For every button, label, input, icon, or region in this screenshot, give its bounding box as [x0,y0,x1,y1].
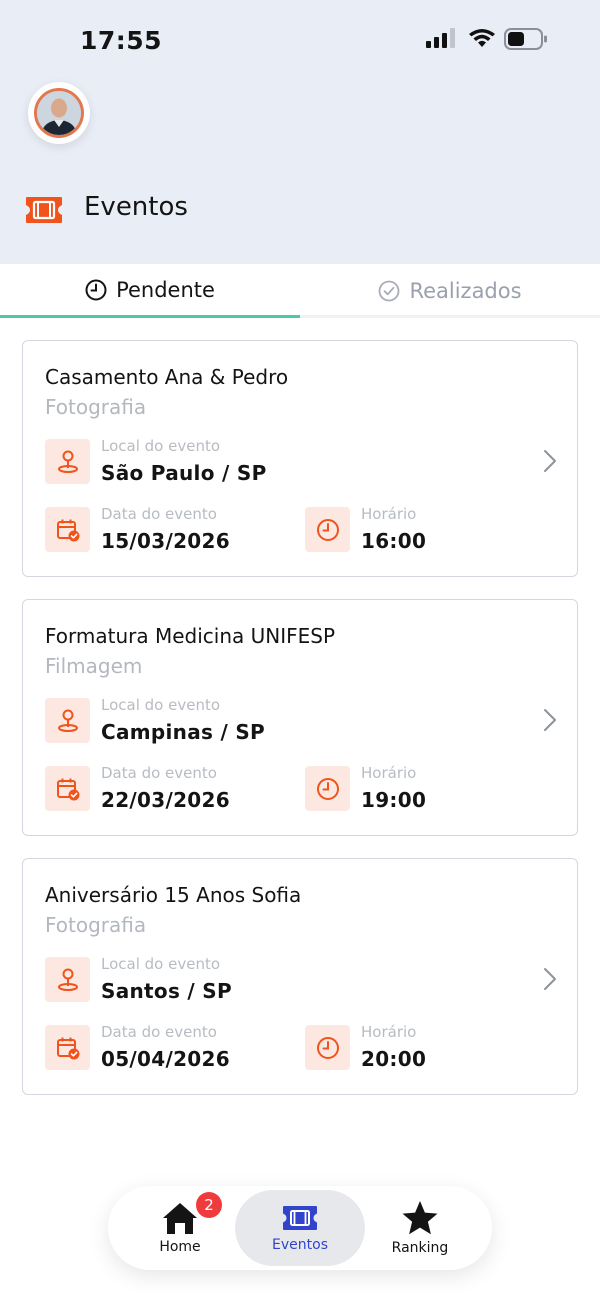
date-label: Data do evento [101,1023,217,1041]
map-pin-icon [57,450,78,473]
location-icon-box [45,957,90,1002]
location-icon-box [45,698,90,743]
map-pin-icon [57,968,78,991]
home-icon [163,1203,197,1234]
calendar-check-icon [56,519,79,541]
tab-realizados-label: Realizados [409,279,522,303]
tab-pendente[interactable]: Pendente [0,264,300,318]
chevron-right-icon [544,450,556,472]
bottom-nav: Home 2 Eventos Ranking [108,1186,492,1270]
location-value: Santos / SP [101,979,232,1003]
status-bar: 17:55 [0,0,600,80]
event-type: Filmagem [45,654,143,678]
clock-icon [85,279,107,300]
signal-icon [426,28,455,48]
date-icon-box [45,766,90,811]
time-icon-box [305,1025,350,1070]
date-icon-box [45,507,90,552]
time-label: Horário [361,1023,417,1041]
event-card[interactable]: Aniversário 15 Anos Sofia Fotografia Loc… [22,858,578,1095]
check-circle-icon [379,280,400,302]
page-title: Eventos [84,192,188,222]
location-label: Local do evento [101,437,221,455]
date-icon-box [45,1025,90,1070]
nav-ranking[interactable]: Ranking [360,1186,480,1270]
tab-realizados[interactable]: Realizados [300,264,600,318]
date-label: Data do evento [101,505,217,523]
event-title: Formatura Medicina UNIFESP [45,624,336,648]
map-pin-icon [57,709,78,732]
nav-eventos-label: Eventos [272,1237,328,1253]
ticket-icon [283,1206,317,1230]
time-value: 20:00 [361,1047,427,1071]
date-value: 22/03/2026 [101,788,230,812]
location-icon-box [45,439,90,484]
status-time: 17:55 [80,26,163,55]
header-area: 17:55 Eventos [0,0,600,264]
nav-home[interactable]: Home 2 [120,1186,240,1270]
time-value: 19:00 [361,788,427,812]
star-icon [402,1201,438,1235]
event-title: Aniversário 15 Anos Sofia [45,883,302,907]
time-icon-box [305,766,350,811]
location-value: São Paulo / SP [101,461,267,485]
avatar[interactable] [28,82,90,144]
event-type: Fotografia [45,395,147,419]
time-value: 16:00 [361,529,427,553]
event-list: Casamento Ana & Pedro Fotografia Local d… [22,340,578,1117]
battery-icon [504,28,547,50]
event-card[interactable]: Casamento Ana & Pedro Fotografia Local d… [22,340,578,577]
wifi-icon [469,29,495,47]
clock-icon [316,518,339,541]
calendar-check-icon [56,778,79,800]
date-label: Data do evento [101,764,217,782]
time-label: Horário [361,505,417,523]
chevron-right-icon [544,968,556,990]
clock-icon [316,777,339,800]
event-type: Fotografia [45,913,147,937]
event-card[interactable]: Formatura Medicina UNIFESP Filmagem Loca… [22,599,578,836]
calendar-check-icon [56,1037,79,1059]
nav-home-label: Home [159,1239,201,1255]
time-label: Horário [361,764,417,782]
location-label: Local do evento [101,955,221,973]
date-value: 05/04/2026 [101,1047,230,1071]
ticket-icon [26,197,62,223]
date-value: 15/03/2026 [101,529,230,553]
location-value: Campinas / SP [101,720,266,744]
time-icon-box [305,507,350,552]
avatar-photo [34,88,84,138]
chevron-right-icon [544,709,556,731]
location-label: Local do evento [101,696,221,714]
nav-ranking-label: Ranking [391,1240,449,1256]
event-title: Casamento Ana & Pedro [45,365,289,389]
nav-eventos[interactable]: Eventos [235,1190,365,1266]
clock-icon [316,1036,339,1059]
tab-bar: Pendente Realizados [0,264,600,318]
notification-badge: 2 [196,1192,222,1218]
tab-pendente-label: Pendente [116,277,215,302]
